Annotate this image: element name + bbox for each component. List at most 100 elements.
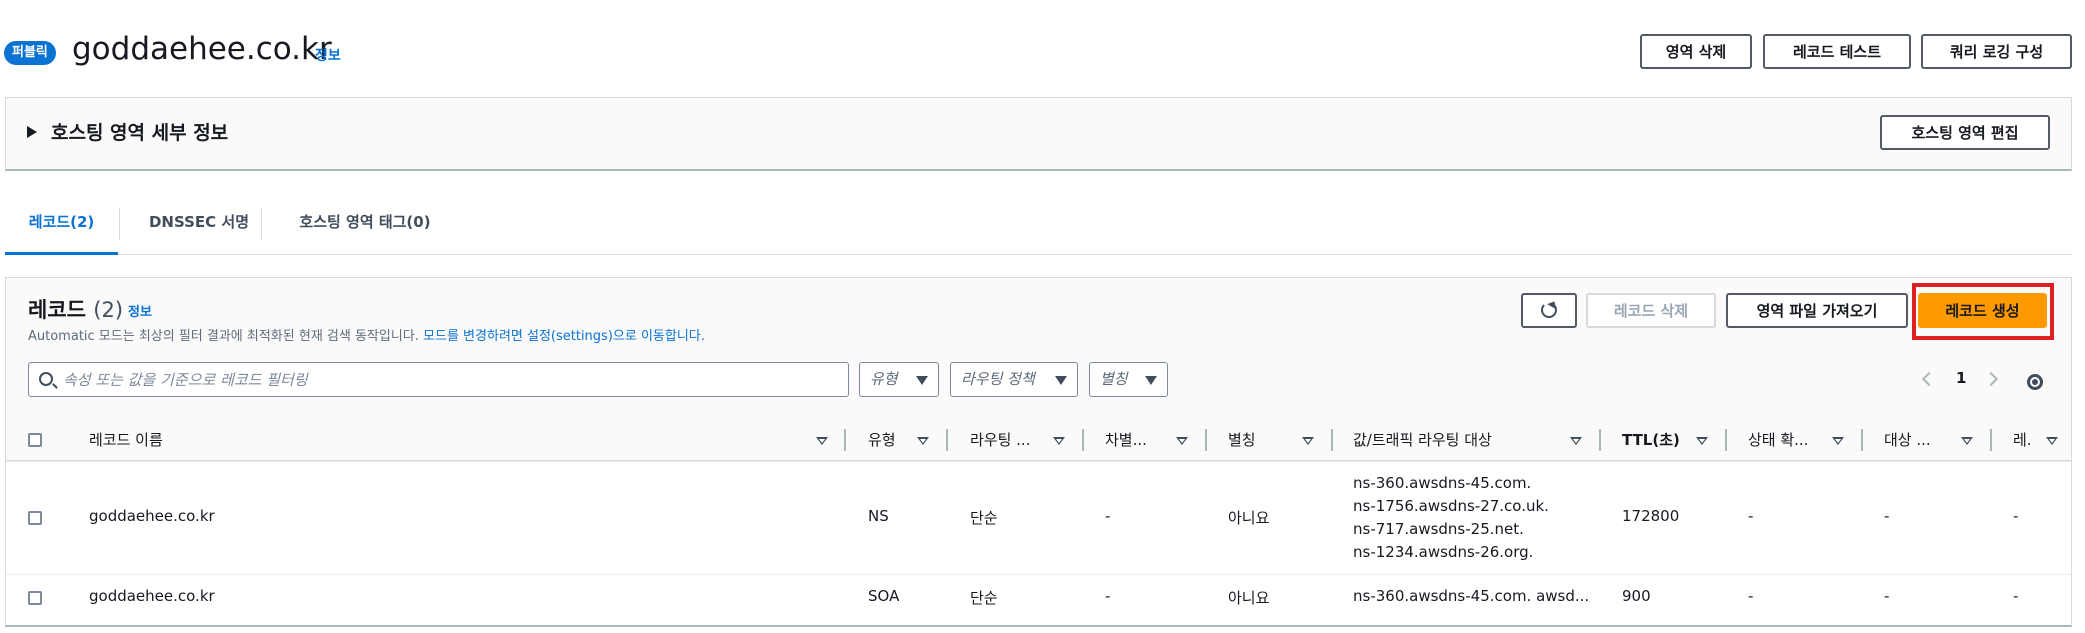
caret-down-icon <box>916 376 928 385</box>
chevron-right-icon[interactable] <box>1983 371 1999 387</box>
record-id: - <box>2013 507 2019 525</box>
records-header: 레코드 (2) 정보 Automatic 모드는 최상의 필터 결과에 최적화된… <box>6 278 2071 461</box>
column-divider[interactable] <box>946 429 948 451</box>
delete-record-button[interactable]: 레코드 삭제 <box>1586 293 1716 328</box>
record-differentiator: - <box>1105 587 1111 605</box>
row-checkbox[interactable] <box>28 591 42 605</box>
caret-down-icon <box>1055 376 1067 385</box>
refresh-button[interactable] <box>1521 293 1577 328</box>
select-all-checkbox[interactable] <box>28 433 42 447</box>
record-differentiator: - <box>1105 507 1111 525</box>
column-record-id[interactable]: 레. <box>2013 420 2038 461</box>
sort-icon[interactable] <box>1053 437 1065 445</box>
type-filter[interactable]: 유형 <box>859 362 939 397</box>
test-record-button[interactable]: 레코드 테스트 <box>1763 34 1911 69</box>
tab-dnssec[interactable]: DNSSEC 서명 <box>130 200 268 255</box>
record-type: SOA <box>868 587 900 605</box>
tab-records[interactable]: 레코드(2) <box>5 200 118 255</box>
visibility-badge: 퍼블릭 <box>4 41 56 65</box>
record-ttl: 900 <box>1622 587 1651 605</box>
column-record-name[interactable]: 레코드 이름 <box>89 420 689 461</box>
sort-icon[interactable] <box>917 437 929 445</box>
expand-caret-icon[interactable] <box>27 126 37 138</box>
column-divider[interactable] <box>1331 429 1333 451</box>
delete-zone-button[interactable]: 영역 삭제 <box>1640 34 1752 69</box>
import-zone-file-button[interactable]: 영역 파일 가져오기 <box>1726 293 1908 328</box>
table-row[interactable]: goddaehee.co.kr SOA 단순 - 아니요 ns-360.awsd… <box>6 574 2071 622</box>
table-row[interactable]: goddaehee.co.kr NS 단순 - 아니요 ns-360.awsdn… <box>6 461 2071 574</box>
column-divider[interactable] <box>1082 429 1084 451</box>
column-type[interactable]: 유형 <box>868 420 908 461</box>
record-name: goddaehee.co.kr <box>89 507 215 525</box>
sort-icon[interactable] <box>1696 437 1708 445</box>
table-header: 레코드 이름 유형 라우팅 ... 차별... 별칭 값/트래픽 라우팅 대상 … <box>6 420 2071 461</box>
records-count: (2) <box>93 298 124 322</box>
sort-icon[interactable] <box>1302 437 1314 445</box>
record-ttl: 172800 <box>1622 507 1680 525</box>
column-value[interactable]: 값/트래픽 라우팅 대상 <box>1353 420 1553 461</box>
sort-icon[interactable] <box>1961 437 1973 445</box>
alias-filter-label: 별칭 <box>1100 370 1128 388</box>
record-health-check: - <box>1748 587 1754 605</box>
record-value-line: ns-1756.awsdns-27.co.uk. <box>1353 497 1549 515</box>
record-value: ns-360.awsdns-45.com. awsd... <box>1353 587 1590 605</box>
search-icon <box>39 372 53 386</box>
routing-filter-label: 라우팅 정책 <box>961 370 1035 388</box>
column-divider[interactable] <box>1725 429 1727 451</box>
column-divider[interactable] <box>1205 429 1207 451</box>
gear-icon[interactable] <box>2027 374 2043 390</box>
page-header: 퍼블릭 goddaehee.co.kr 정보 영역 삭제 레코드 테스트 쿼리 … <box>0 28 2085 78</box>
alias-filter[interactable]: 별칭 <box>1089 362 1168 397</box>
column-ttl[interactable]: TTL(초) <box>1622 420 1682 461</box>
row-checkbox[interactable] <box>28 511 42 525</box>
column-divider[interactable] <box>1990 429 1992 451</box>
record-value-line: ns-360.awsdns-45.com. <box>1353 474 1532 492</box>
tab-divider <box>261 208 262 240</box>
column-health-check[interactable]: 상태 확... <box>1748 420 1818 461</box>
edit-hosted-zone-button[interactable]: 호스팅 영역 편집 <box>1880 115 2050 150</box>
settings-link[interactable]: 모드를 변경하려면 설정(settings)으로 이동합니다. <box>423 329 705 344</box>
record-value-line: ns-717.awsdns-25.net. <box>1353 520 1524 538</box>
record-routing: 단순 <box>970 509 998 527</box>
column-differentiator[interactable]: 차별... <box>1105 420 1165 461</box>
column-target[interactable]: 대상 ... <box>1884 420 1944 461</box>
refresh-icon <box>1541 302 1557 318</box>
chevron-left-icon[interactable] <box>1921 371 1937 387</box>
tab-bar: 레코드(2) DNSSEC 서명 호스팅 영역 태그(0) <box>5 200 2072 255</box>
column-divider[interactable] <box>1599 429 1601 451</box>
sort-icon[interactable] <box>2046 437 2058 445</box>
record-filter-search[interactable] <box>28 362 849 397</box>
record-target: - <box>1884 587 1890 605</box>
record-alias: 아니요 <box>1228 589 1270 607</box>
search-input[interactable] <box>63 368 833 392</box>
sort-icon[interactable] <box>1570 437 1582 445</box>
records-description-text: Automatic 모드는 최상의 필터 결과에 최적화된 현재 검색 동작입니… <box>28 329 419 344</box>
records-container: 레코드 (2) 정보 Automatic 모드는 최상의 필터 결과에 최적화된… <box>5 277 2072 627</box>
record-alias: 아니요 <box>1228 509 1270 527</box>
column-divider[interactable] <box>844 429 846 451</box>
page-number[interactable]: 1 <box>1956 369 1966 387</box>
tab-tags[interactable]: 호스팅 영역 태그(0) <box>275 200 455 255</box>
column-divider[interactable] <box>1861 429 1863 451</box>
info-link[interactable]: 정보 <box>315 45 341 65</box>
sort-icon[interactable] <box>816 437 828 445</box>
record-routing: 단순 <box>970 589 998 607</box>
panel-title[interactable]: 호스팅 영역 세부 정보 <box>51 118 228 145</box>
column-alias[interactable]: 별칭 <box>1228 420 1278 461</box>
record-health-check: - <box>1748 507 1754 525</box>
hosted-zone-details-panel: 호스팅 영역 세부 정보 호스팅 영역 편집 <box>5 97 2072 171</box>
type-filter-label: 유형 <box>870 370 898 388</box>
routing-policy-filter[interactable]: 라우팅 정책 <box>950 362 1078 397</box>
page-title: goddaehee.co.kr <box>72 31 332 67</box>
caret-down-icon <box>1145 376 1157 385</box>
record-value: ns-360.awsdns-45.com. ns-1756.awsdns-27.… <box>1353 472 1593 564</box>
records-info-link[interactable]: 정보 <box>128 301 152 320</box>
record-name: goddaehee.co.kr <box>89 587 215 605</box>
highlight-box <box>1912 283 2054 340</box>
sort-icon[interactable] <box>1176 437 1188 445</box>
query-logging-button[interactable]: 쿼리 로깅 구성 <box>1921 34 2072 69</box>
record-type: NS <box>868 507 889 525</box>
sort-icon[interactable] <box>1832 437 1844 445</box>
column-routing[interactable]: 라우팅 ... <box>970 420 1050 461</box>
records-title: 레코드 (2) <box>28 294 123 324</box>
